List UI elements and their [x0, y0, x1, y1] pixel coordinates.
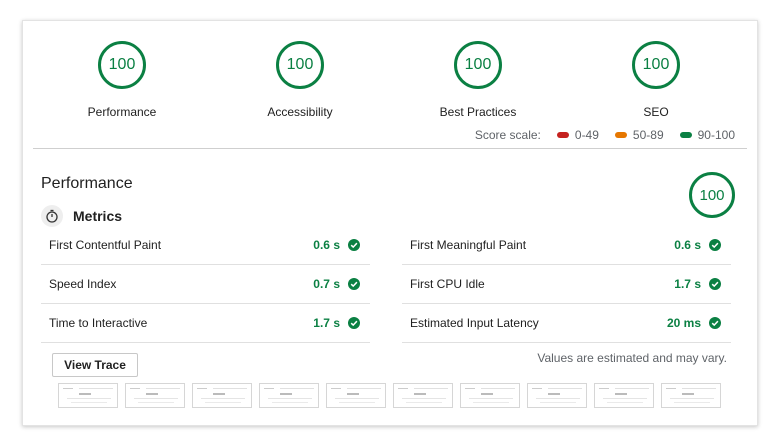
fail-pill-icon [556, 132, 569, 138]
metric-first-meaningful-paint: First Meaningful Paint 0.6 s [402, 226, 731, 265]
metric-value: 0.6 s [674, 238, 701, 252]
gauge-score: 100 [98, 41, 146, 89]
performance-title: Performance [41, 175, 133, 192]
filmstrip-frame [259, 383, 319, 408]
gauge-score: 100 [632, 41, 680, 89]
metric-speed-index: Speed Index 0.7 s [41, 265, 370, 304]
check-circle-icon [348, 317, 360, 329]
stopwatch-icon [41, 205, 63, 227]
scale-range-average: 50-89 [614, 128, 664, 142]
filmstrip-frame [192, 383, 252, 408]
report-card: 100 Performance 100 Accessibility 100 Be… [22, 20, 758, 426]
metrics-column-left: First Contentful Paint 0.6 s Speed Index… [41, 226, 370, 343]
gauge-label: Performance [87, 105, 157, 119]
metric-value: 0.6 s [313, 238, 340, 252]
metric-name: Estimated Input Latency [410, 316, 539, 330]
filmstrip-frame [125, 383, 185, 408]
metric-name: Speed Index [49, 277, 117, 291]
pass-pill-icon [679, 132, 692, 138]
scale-range-fail: 0-49 [556, 128, 599, 142]
scale-range-pass: 90-100 [679, 128, 735, 142]
gauge-best-practices[interactable]: 100 Best Practices [393, 41, 563, 119]
check-circle-icon [348, 239, 360, 251]
filmstrip-frame [460, 383, 520, 408]
metric-time-to-interactive: Time to Interactive 1.7 s [41, 304, 370, 343]
metric-value: 20 ms [666, 316, 701, 330]
metric-first-cpu-idle: First CPU Idle 1.7 s [402, 265, 731, 304]
filmstrip-frame [594, 383, 654, 408]
gauge-performance[interactable]: 100 Performance [37, 41, 207, 119]
check-circle-icon [709, 239, 721, 251]
metric-name: Time to Interactive [49, 316, 148, 330]
gauge-score: 100 [276, 41, 324, 89]
filmstrip-frame [58, 383, 118, 408]
metric-estimated-input-latency: Estimated Input Latency 20 ms [402, 304, 731, 343]
metric-name: First Contentful Paint [49, 238, 162, 252]
performance-score-gauge: 100 [689, 172, 735, 218]
score-scale-label: Score scale: [474, 128, 541, 142]
metrics-title: Metrics [73, 208, 123, 224]
filmstrip-frame [527, 383, 587, 408]
check-circle-icon [709, 278, 721, 290]
metric-value: 0.7 s [313, 277, 340, 291]
check-circle-icon [709, 317, 721, 329]
check-circle-icon [348, 278, 360, 290]
gauge-score: 100 [454, 41, 502, 89]
metrics-header: Metrics [41, 205, 122, 227]
gauge-label: Accessibility [267, 105, 333, 119]
filmstrip-frame [326, 383, 386, 408]
metric-name: First Meaningful Paint [410, 238, 527, 252]
gauge-label: Best Practices [439, 105, 517, 119]
category-gauges: 100 Performance 100 Accessibility 100 Be… [23, 21, 759, 121]
score-scale: Score scale: 0-49 50-89 90-100 [475, 128, 735, 142]
estimate-disclaimer: Values are estimated and may vary. [537, 351, 727, 365]
metric-value: 1.7 s [674, 277, 701, 291]
average-pill-icon [614, 132, 627, 138]
section-divider [33, 148, 747, 149]
gauge-label: SEO [643, 105, 669, 119]
scale-range-text: 0-49 [574, 128, 599, 142]
filmstrip-frame [393, 383, 453, 408]
filmstrip [58, 383, 728, 408]
metric-name: First CPU Idle [410, 277, 485, 291]
metrics-column-right: First Meaningful Paint 0.6 s First CPU I… [402, 226, 731, 343]
gauge-seo[interactable]: 100 SEO [571, 41, 741, 119]
filmstrip-frame [661, 383, 721, 408]
metric-value: 1.7 s [313, 316, 340, 330]
view-trace-button[interactable]: View Trace [52, 353, 138, 377]
scale-range-text: 90-100 [697, 128, 735, 142]
gauge-accessibility[interactable]: 100 Accessibility [215, 41, 385, 119]
metric-first-contentful-paint: First Contentful Paint 0.6 s [41, 226, 370, 265]
scale-range-text: 50-89 [632, 128, 664, 142]
